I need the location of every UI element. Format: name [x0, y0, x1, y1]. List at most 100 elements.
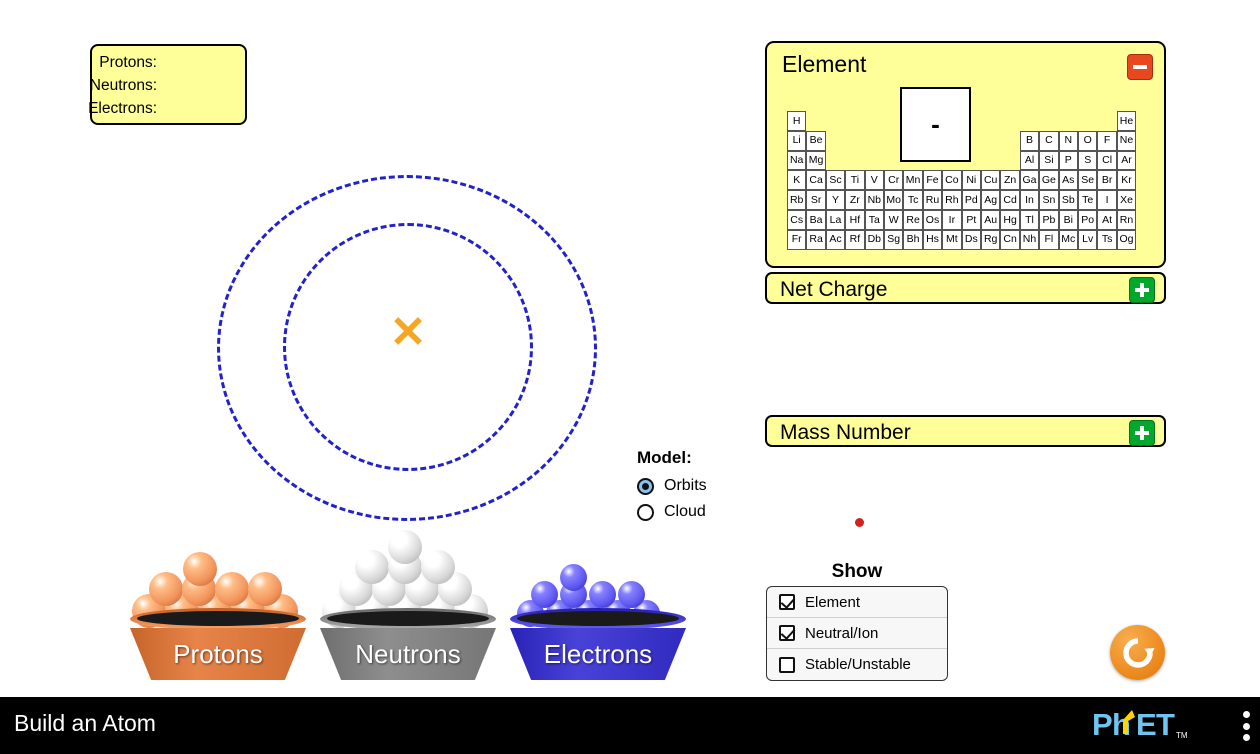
mass-number-expand-button[interactable]: [1129, 420, 1155, 446]
periodic-cell-ds[interactable]: Ds: [961, 229, 981, 250]
periodic-cell-au[interactable]: Au: [981, 210, 1001, 230]
periodic-cell-fe[interactable]: Fe: [922, 170, 943, 191]
electron-particle[interactable]: [618, 581, 645, 608]
periodic-cell-db[interactable]: Db: [864, 229, 884, 250]
periodic-cell-fl[interactable]: Fl: [1039, 229, 1059, 250]
periodic-cell-bh[interactable]: Bh: [903, 229, 923, 250]
proton-particle[interactable]: [248, 572, 282, 606]
periodic-cell-ir[interactable]: Ir: [942, 210, 962, 230]
periodic-cell-sb[interactable]: Sb: [1058, 190, 1078, 210]
periodic-cell-po[interactable]: Po: [1078, 210, 1098, 230]
periodic-cell-h[interactable]: H: [787, 111, 807, 131]
periodic-cell-at[interactable]: At: [1097, 210, 1117, 230]
reset-all-button[interactable]: [1110, 625, 1165, 680]
periodic-cell-na[interactable]: Na: [787, 150, 807, 171]
electron-particle[interactable]: [531, 581, 558, 608]
periodic-cell-n[interactable]: N: [1058, 130, 1078, 151]
periodic-cell-kr[interactable]: Kr: [1116, 170, 1137, 191]
periodic-cell-ti[interactable]: Ti: [845, 170, 865, 191]
periodic-cell-sr[interactable]: Sr: [806, 190, 826, 210]
periodic-cell-ts[interactable]: Ts: [1097, 229, 1117, 250]
proton-particle[interactable]: [149, 572, 183, 606]
periodic-cell-pd[interactable]: Pd: [961, 190, 981, 210]
periodic-cell-o[interactable]: O: [1078, 130, 1098, 151]
periodic-cell-nh[interactable]: Nh: [1019, 229, 1040, 250]
periodic-cell-ra[interactable]: Ra: [806, 229, 826, 250]
periodic-cell-mg[interactable]: Mg: [806, 150, 826, 171]
phet-logo[interactable]: P h E T TM: [1092, 708, 1222, 742]
periodic-cell-hg[interactable]: Hg: [1000, 210, 1020, 230]
periodic-cell-v[interactable]: V: [864, 170, 884, 191]
electron-particle[interactable]: [560, 564, 587, 591]
radio-cloud-icon[interactable]: [637, 503, 654, 521]
periodic-cell-tc[interactable]: Tc: [903, 190, 923, 210]
periodic-cell-br[interactable]: Br: [1097, 170, 1117, 191]
element-collapse-button[interactable]: [1127, 54, 1153, 80]
periodic-cell-cr[interactable]: Cr: [884, 170, 904, 191]
periodic-cell-ca[interactable]: Ca: [806, 170, 826, 191]
electron-particle[interactable]: [589, 581, 616, 608]
periodic-cell-cd[interactable]: Cd: [1000, 190, 1020, 210]
periodic-cell-lv[interactable]: Lv: [1078, 229, 1098, 250]
bucket-neutrons[interactable]: Neutrons: [320, 608, 496, 680]
periodic-cell-mc[interactable]: Mc: [1058, 229, 1078, 250]
periodic-cell-ge[interactable]: Ge: [1039, 170, 1059, 191]
periodic-cell-he[interactable]: He: [1116, 111, 1137, 131]
periodic-cell-k[interactable]: K: [787, 170, 807, 191]
periodic-cell-pb[interactable]: Pb: [1039, 210, 1059, 230]
periodic-cell-cs[interactable]: Cs: [787, 210, 807, 230]
periodic-cell-re[interactable]: Re: [903, 210, 923, 230]
periodic-cell-i[interactable]: I: [1097, 190, 1117, 210]
periodic-cell-w[interactable]: W: [884, 210, 904, 230]
proton-particle[interactable]: [215, 572, 249, 606]
model-option-orbits[interactable]: Orbits: [637, 473, 767, 499]
periodic-cell-ta[interactable]: Ta: [864, 210, 884, 230]
periodic-cell-s[interactable]: S: [1078, 150, 1098, 171]
periodic-cell-bi[interactable]: Bi: [1058, 210, 1078, 230]
phet-menu-button[interactable]: [1243, 711, 1251, 741]
periodic-cell-mt[interactable]: Mt: [942, 229, 962, 250]
show-checkbox-stable-unstable[interactable]: Stable/Unstable: [767, 649, 947, 680]
periodic-cell-rh[interactable]: Rh: [942, 190, 962, 210]
periodic-cell-sg[interactable]: Sg: [884, 229, 904, 250]
periodic-cell-fr[interactable]: Fr: [787, 229, 807, 250]
checkbox-neutral-ion-icon[interactable]: [779, 625, 795, 641]
checkbox-element-icon[interactable]: [779, 594, 795, 610]
periodic-cell-mn[interactable]: Mn: [903, 170, 923, 191]
model-option-cloud[interactable]: Cloud: [637, 499, 767, 525]
periodic-cell-f[interactable]: F: [1097, 130, 1117, 151]
periodic-cell-la[interactable]: La: [825, 210, 846, 230]
net-charge-expand-button[interactable]: [1129, 277, 1155, 303]
periodic-cell-ag[interactable]: Ag: [981, 190, 1001, 210]
periodic-cell-mo[interactable]: Mo: [884, 190, 904, 210]
proton-particle[interactable]: [183, 552, 217, 586]
periodic-cell-zr[interactable]: Zr: [845, 190, 865, 210]
periodic-cell-pt[interactable]: Pt: [961, 210, 981, 230]
periodic-cell-cl[interactable]: Cl: [1097, 150, 1117, 171]
periodic-cell-rb[interactable]: Rb: [787, 190, 807, 210]
periodic-cell-in[interactable]: In: [1019, 190, 1040, 210]
periodic-cell-c[interactable]: C: [1039, 130, 1059, 151]
neutron-particle[interactable]: [421, 550, 455, 584]
periodic-cell-y[interactable]: Y: [825, 190, 846, 210]
periodic-cell-co[interactable]: Co: [942, 170, 962, 191]
periodic-cell-nb[interactable]: Nb: [864, 190, 884, 210]
bucket-protons[interactable]: Protons: [130, 608, 306, 680]
periodic-cell-si[interactable]: Si: [1039, 150, 1059, 171]
show-checkbox-element[interactable]: Element: [767, 587, 947, 618]
periodic-cell-as[interactable]: As: [1058, 170, 1078, 191]
bucket-electrons[interactable]: Electrons: [510, 608, 686, 680]
radio-orbits-icon[interactable]: [637, 477, 654, 495]
periodic-cell-ba[interactable]: Ba: [806, 210, 826, 230]
periodic-cell-tl[interactable]: Tl: [1019, 210, 1040, 230]
neutron-particle[interactable]: [388, 530, 422, 564]
periodic-cell-xe[interactable]: Xe: [1116, 190, 1137, 210]
periodic-cell-ar[interactable]: Ar: [1116, 150, 1137, 171]
periodic-cell-ni[interactable]: Ni: [961, 170, 981, 191]
periodic-cell-se[interactable]: Se: [1078, 170, 1098, 191]
periodic-cell-rn[interactable]: Rn: [1116, 210, 1137, 230]
periodic-cell-cu[interactable]: Cu: [981, 170, 1001, 191]
periodic-cell-cn[interactable]: Cn: [1000, 229, 1020, 250]
periodic-cell-ne[interactable]: Ne: [1116, 130, 1137, 151]
periodic-cell-ga[interactable]: Ga: [1019, 170, 1040, 191]
